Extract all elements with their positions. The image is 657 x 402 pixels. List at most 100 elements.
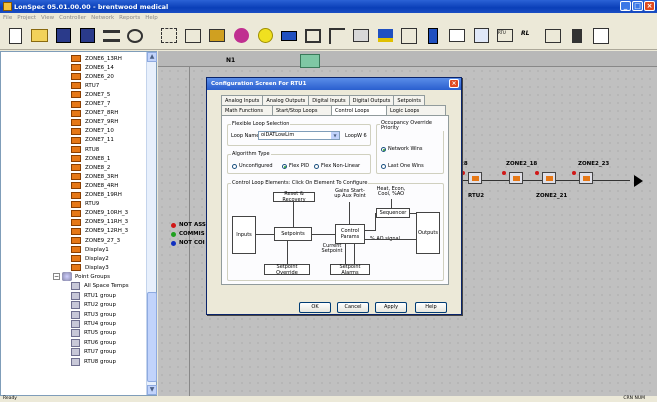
tab-analog-inputs[interactable]: Analog Inputs [221, 95, 264, 105]
menu-project[interactable]: Project [17, 15, 36, 21]
open-folder-icon[interactable] [28, 25, 50, 47]
tree-item-point-groups[interactable]: − Point Groups [53, 272, 110, 282]
tab-logic-loops[interactable]: Logic Loops [386, 105, 446, 115]
tree-item[interactable]: ZONE6_14 [71, 63, 114, 72]
tree-item[interactable]: ZONE9_27_3 [71, 236, 120, 245]
network-node-icon[interactable] [300, 54, 320, 68]
save-icon[interactable] [52, 25, 74, 47]
close-button[interactable]: × [644, 1, 655, 11]
tab-analog-outputs[interactable]: Analog Outputs [262, 95, 310, 105]
tree-item[interactable]: RTU9 [71, 200, 99, 209]
tree-item[interactable]: ZONE6_20 [71, 72, 114, 81]
setpoints-block[interactable]: Setpoints [274, 227, 312, 241]
pump-icon[interactable] [350, 25, 372, 47]
tree-item[interactable]: ZONE8_19RH [71, 191, 122, 200]
tree-item[interactable]: ZONE7_5 [71, 90, 110, 99]
tree-item[interactable]: ZONE7_7 [71, 100, 110, 109]
controller-icon[interactable] [182, 25, 204, 47]
chip-icon[interactable] [206, 25, 228, 47]
tab-setpoints[interactable]: Setpoints [393, 95, 425, 105]
menu-help[interactable]: Help [145, 15, 158, 21]
tree-item[interactable]: Display1 [71, 245, 109, 254]
link-icon[interactable] [124, 25, 146, 47]
sequencer-block[interactable]: Sequencer [376, 208, 410, 218]
cancel-button[interactable]: Cancel [337, 302, 369, 313]
tree-icon[interactable] [398, 25, 420, 47]
tab-control-loops[interactable]: Control Loops [331, 105, 387, 115]
radio-flex-nonlinear[interactable]: Flex Non-Linear [314, 163, 360, 169]
tree-item[interactable]: RTU7 [71, 81, 99, 90]
gains-label[interactable]: Gains Start-up Aux Point [334, 189, 366, 199]
dialog-close-icon[interactable]: × [449, 79, 459, 88]
tree-scrollbar[interactable]: ▲ ▼ [146, 52, 157, 395]
outputs-block[interactable]: Outputs [416, 212, 440, 254]
flag-icon[interactable] [374, 25, 396, 47]
tree-item[interactable]: ZONE9_11RH_3 [71, 218, 128, 227]
controller-node[interactable] [509, 172, 523, 184]
tree-item[interactable]: ZONE7_9RH [71, 118, 118, 127]
table-icon[interactable] [446, 25, 468, 47]
tree-item[interactable]: ZONE9_10RH_3 [71, 209, 128, 218]
tree-group-item[interactable]: RTU4 group [71, 319, 116, 328]
tree-group-item[interactable]: RTU2 group [71, 301, 116, 310]
radio-flex-pid[interactable]: Flex PID [282, 163, 309, 169]
controller-node[interactable] [468, 172, 482, 184]
setpoint-alarms-block[interactable]: Setpoint Alarms [330, 264, 370, 276]
play-icon[interactable] [634, 175, 643, 187]
scroll-thumb[interactable] [147, 292, 157, 382]
minimize-button[interactable]: _ [620, 1, 631, 11]
setpoint-override-block[interactable]: Setpoint Override [264, 264, 310, 276]
tree-item[interactable]: Display2 [71, 254, 109, 263]
tree-item[interactable]: ZONE6_13RH [71, 54, 122, 63]
menu-view[interactable]: View [41, 15, 54, 21]
import-icon[interactable] [470, 25, 492, 47]
rl-icon[interactable]: RL [518, 25, 540, 47]
menu-reports[interactable]: Reports [119, 15, 140, 21]
tree-group-item[interactable]: All Space Temps [71, 282, 129, 291]
tree-group-item[interactable]: RTU7 group [71, 348, 116, 357]
loop-name-select[interactable]: oiDATLowLim ▼ [258, 131, 340, 140]
scroll-up-icon[interactable]: ▲ [147, 52, 157, 62]
menu-network[interactable]: Network [91, 15, 114, 21]
radio-last-one-wins[interactable]: Last One Wins [381, 163, 424, 169]
book-icon[interactable] [422, 25, 444, 47]
tree-item[interactable]: ZONE9_12RH_3 [71, 227, 128, 236]
meter-icon[interactable] [542, 25, 564, 47]
menu-controller[interactable]: Controller [59, 15, 86, 21]
hierarchy-icon[interactable] [326, 25, 348, 47]
tree-item[interactable]: RTU8 [71, 145, 99, 154]
new-file-icon[interactable] [4, 25, 26, 47]
scroll-down-icon[interactable]: ▼ [147, 385, 157, 395]
tree-item[interactable]: ZONE7_11 [71, 136, 114, 145]
tree-item[interactable]: ZONE7_10 [71, 127, 114, 136]
project-tree[interactable]: ZONE6_13RH ZONE6_14 ZONE6_20 RTU7 ZONE7_5 ZON… [0, 51, 157, 396]
printer-icon[interactable] [566, 25, 588, 47]
tree-group-item[interactable]: RTU1 group [71, 291, 116, 300]
collapse-icon[interactable]: − [53, 273, 60, 281]
tree-group-item[interactable]: RTU8 group [71, 357, 116, 366]
tab-digital-inputs[interactable]: Digital Inputs [308, 95, 350, 105]
controller-node[interactable] [579, 172, 593, 184]
tab-digital-outputs[interactable]: Digital Outputs [348, 95, 395, 105]
tree-item[interactable]: ZONE8_2 [71, 163, 110, 172]
maximize-button[interactable]: □ [632, 1, 643, 11]
save-all-icon[interactable] [76, 25, 98, 47]
settings-icon[interactable] [590, 25, 612, 47]
tree-group-item[interactable]: RTU5 group [71, 329, 116, 338]
tree-item[interactable]: Display3 [71, 263, 109, 272]
apply-button[interactable]: Apply [375, 302, 407, 313]
tree-item[interactable]: ZONE8_4RH [71, 181, 118, 190]
ok-button[interactable]: OK [299, 302, 331, 313]
radio-unconfigured[interactable]: Unconfigured [232, 163, 273, 169]
reset-recovery-block[interactable]: Reset & Recovery [273, 191, 315, 203]
tab-math-functions[interactable]: Math Functions [221, 105, 273, 115]
menu-file[interactable]: File [3, 15, 12, 21]
schedule-icon[interactable] [254, 25, 276, 47]
tab-start-stop-loops[interactable]: Start/Stop Loops [272, 105, 332, 115]
tree-group-item[interactable]: RTU3 group [71, 310, 116, 319]
record-icon[interactable] [230, 25, 252, 47]
controller-node[interactable] [542, 172, 556, 184]
tree-item[interactable]: ZONE7_8RH [71, 109, 118, 118]
display-icon[interactable] [302, 25, 324, 47]
grid-icon[interactable] [158, 25, 180, 47]
